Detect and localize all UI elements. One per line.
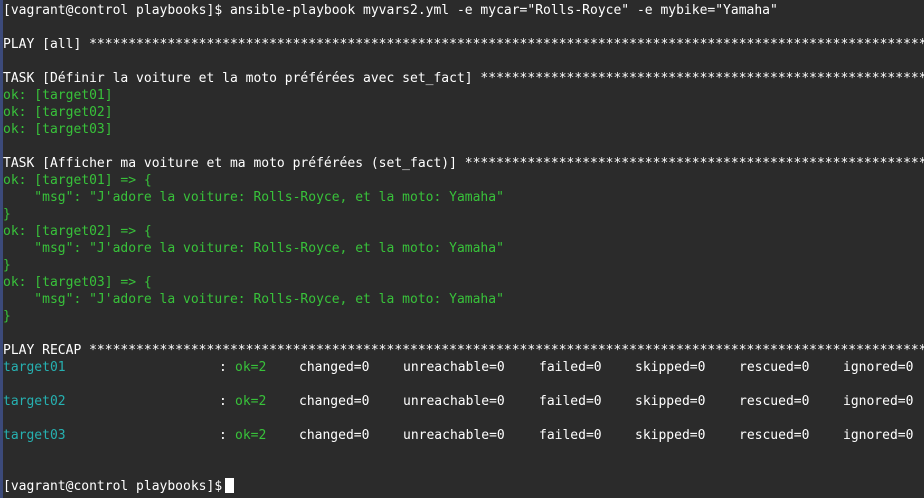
recap-ok: ok=2	[235, 428, 267, 443]
recap-changed: changed=0	[299, 394, 370, 409]
terminal-left-edge	[0, 0, 3, 498]
recap-changed: changed=0	[299, 428, 370, 443]
recap-row: target01 : ok=2 changed=0 unreachable=0 …	[3, 359, 924, 376]
recap-failed: failed=0	[539, 428, 602, 443]
recap-row: target03 : ok=2 changed=0 unreachable=0 …	[3, 427, 924, 444]
debug-result-head: ok: [target02] => {	[3, 224, 152, 239]
recap-changed: changed=0	[299, 360, 370, 375]
recap-skipped: skipped=0	[635, 428, 706, 443]
debug-result-msg: "msg": "J'adore la voiture: Rolls-Royce,…	[3, 241, 504, 256]
task-header-display: TASK [Afficher ma voiture et ma moto pré…	[3, 156, 924, 171]
command-line: [vagrant@control playbooks]$ ansible-pla…	[3, 3, 778, 18]
recap-skipped: skipped=0	[635, 394, 706, 409]
task-result-ok: ok: [target03]	[3, 122, 113, 137]
recap-ok: ok=2	[235, 360, 267, 375]
recap-host: target01	[3, 360, 66, 375]
recap-separator: :	[219, 360, 227, 375]
recap-ok: ok=2	[235, 394, 267, 409]
debug-result-head: ok: [target03] => {	[3, 275, 152, 290]
task-result-ok: ok: [target02]	[3, 105, 113, 120]
play-header: PLAY [all] *****************************…	[3, 37, 924, 52]
recap-separator: :	[219, 428, 227, 443]
recap-header: PLAY RECAP *****************************…	[3, 343, 924, 358]
recap-rescued: rescued=0	[739, 394, 810, 409]
recap-rescued: rescued=0	[739, 428, 810, 443]
debug-result-close: }	[3, 207, 11, 222]
recap-skipped: skipped=0	[635, 360, 706, 375]
recap-separator: :	[219, 394, 227, 409]
debug-result-close: }	[3, 258, 11, 273]
text-cursor	[225, 478, 235, 493]
recap-ignored: ignored=0	[843, 428, 914, 443]
debug-result-head: ok: [target01] => {	[3, 173, 152, 188]
task-result-ok: ok: [target01]	[3, 88, 113, 103]
recap-unreachable: unreachable=0	[403, 394, 505, 409]
recap-ignored: ignored=0	[843, 394, 914, 409]
terminal-window[interactable]: [vagrant@control playbooks]$ ansible-pla…	[0, 0, 924, 498]
debug-result-close: }	[3, 309, 11, 324]
shell-prompt: [vagrant@control playbooks]$	[3, 479, 223, 494]
recap-host: target02	[3, 394, 66, 409]
recap-row: target02 : ok=2 changed=0 unreachable=0 …	[3, 393, 924, 410]
recap-host: target03	[3, 428, 66, 443]
recap-unreachable: unreachable=0	[403, 360, 505, 375]
recap-unreachable: unreachable=0	[403, 428, 505, 443]
debug-result-msg: "msg": "J'adore la voiture: Rolls-Royce,…	[3, 190, 504, 205]
shell-prompt-line[interactable]: [vagrant@control playbooks]$	[3, 478, 924, 495]
recap-ignored: ignored=0	[843, 360, 914, 375]
recap-failed: failed=0	[539, 394, 602, 409]
recap-failed: failed=0	[539, 360, 602, 375]
task-header-set-fact: TASK [Définir la voiture et la moto préf…	[3, 71, 924, 86]
recap-rescued: rescued=0	[739, 360, 810, 375]
debug-result-msg: "msg": "J'adore la voiture: Rolls-Royce,…	[3, 292, 504, 307]
